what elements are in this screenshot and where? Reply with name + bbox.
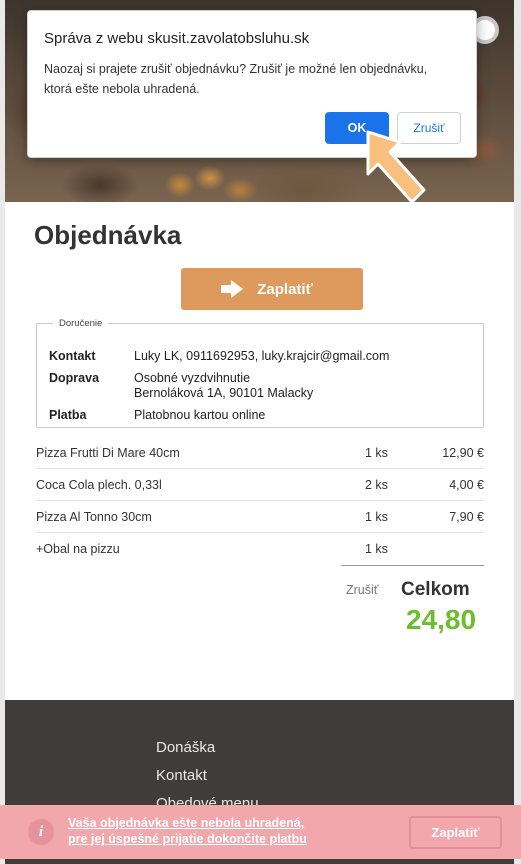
cancel-order-link[interactable]: Zrušiť	[346, 583, 378, 597]
total-label: Celkom	[401, 579, 470, 600]
notice-line1: Vaša objednávka ešte nebola uhradená,	[68, 816, 305, 830]
item-price: 7,90 €	[449, 510, 484, 524]
notice-line2: pre jej úspešné prijatie dokončite platb…	[68, 832, 307, 846]
shipping-address: Bernoláková 1A, 90101 Malacky	[134, 386, 314, 400]
shipping-method: Osobné vyzdvihnutie	[134, 371, 251, 385]
list-item: Pizza Al Tonno 30cm 1 ks 7,90 €	[36, 501, 484, 533]
shipping-value: Osobné vyzdvihnutie Bernoláková 1A, 9010…	[134, 371, 313, 401]
arrow-right-icon	[221, 280, 244, 298]
pointer-arrow-icon	[366, 130, 426, 204]
payment-label: Platba	[49, 408, 87, 422]
item-price: 12,90 €	[442, 446, 484, 460]
total-value: 24,80	[406, 604, 477, 635]
contact-row: Kontakt Luky LK, 0911692953, luky.krajci…	[49, 349, 389, 364]
item-name: Pizza Frutti Di Mare 40cm	[36, 446, 180, 460]
list-item: Coca Cola plech. 0,33l 2 ks 4,00 €	[36, 469, 484, 501]
item-qty: 2 ks	[365, 478, 388, 492]
item-name: Pizza Al Tonno 30cm	[36, 510, 152, 524]
notice-pay-button[interactable]: Zaplatiť	[409, 816, 502, 849]
info-icon: i	[28, 819, 54, 845]
page: Objednávka Zaplatiť Doručenie Kontakt Lu…	[5, 0, 514, 864]
footer-link-contact[interactable]: Kontakt	[156, 767, 207, 784]
item-name: Coca Cola plech. 0,33l	[36, 478, 162, 492]
item-qty: 1 ks	[365, 542, 388, 556]
payment-value: Platobnou kartou online	[134, 408, 266, 422]
payment-row: Platba Platobnou kartou online	[49, 408, 265, 423]
notice-message[interactable]: Vaša objednávka ešte nebola uhradená, pr…	[68, 815, 307, 847]
dialog-title: Správa z webu skusit.zavolatobsluhu.sk	[44, 30, 310, 47]
contact-label: Kontakt	[49, 349, 96, 363]
item-qty: 1 ks	[365, 446, 388, 460]
pay-button[interactable]: Zaplatiť	[181, 268, 363, 310]
item-price: 4,00 €	[449, 478, 484, 492]
summary-divider	[341, 565, 484, 566]
delivery-box: Doručenie Kontakt Luky LK, 0911692953, l…	[36, 318, 484, 428]
contact-value: Luky LK, 0911692953, luky.krajcir@gmail.…	[134, 349, 390, 363]
dialog-message: Naozaj si prajete zrušiť objednávku? Zru…	[44, 59, 464, 99]
footer-link-delivery[interactable]: Donáška	[156, 739, 215, 756]
dialog-message-line1: Naozaj si prajete zrušiť objednávku? Zru…	[44, 62, 428, 76]
order-items-list: Pizza Frutti Di Mare 40cm 1 ks 12,90 € C…	[36, 437, 484, 565]
shipping-label: Doprava	[49, 371, 100, 385]
payment-notice-bar: i Vaša objednávka ešte nebola uhradená, …	[0, 805, 521, 859]
list-item: Pizza Frutti Di Mare 40cm 1 ks 12,90 €	[36, 437, 484, 469]
page-title: Objednávka	[34, 220, 182, 250]
delivery-legend: Doručenie	[59, 318, 103, 329]
list-item: +Obal na pizzu 1 ks	[36, 533, 484, 565]
shipping-row: Doprava Osobné vyzdvihnutie Bernoláková …	[49, 371, 313, 401]
dialog-message-line2: ktorá ešte nebola uhradená.	[44, 82, 200, 96]
pay-button-label: Zaplatiť	[257, 280, 313, 298]
item-qty: 1 ks	[365, 510, 388, 524]
item-name: +Obal na pizzu	[36, 542, 120, 556]
